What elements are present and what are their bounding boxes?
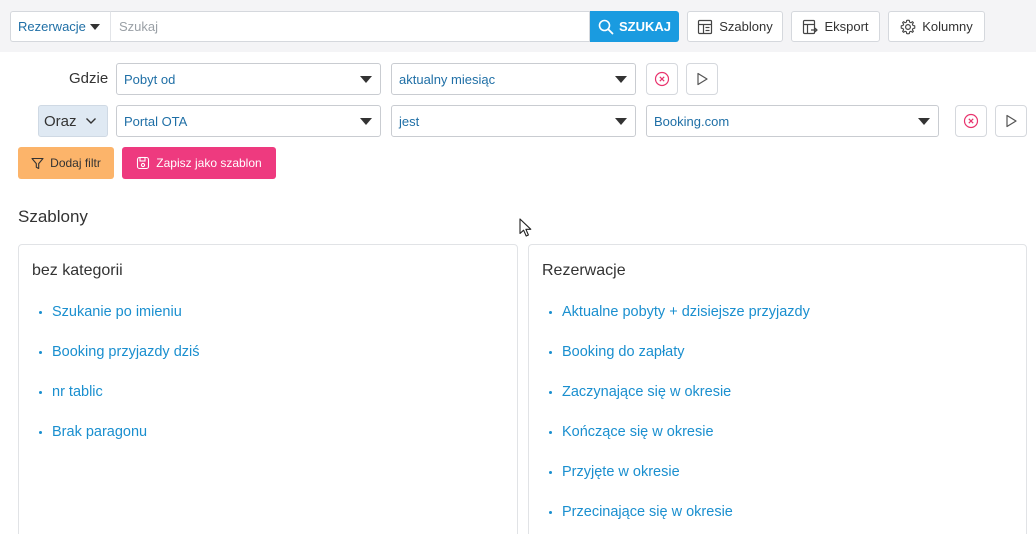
close-circle-icon — [654, 71, 670, 87]
caret-down-icon — [89, 23, 100, 30]
scope-select-label: Rezerwacje — [18, 19, 86, 34]
bullet-icon — [549, 390, 552, 394]
filter-operator-select[interactable]: aktualny miesiąc — [391, 63, 636, 95]
template-link[interactable]: Szukanie po imieniu — [39, 304, 182, 320]
section-title: Szablony — [18, 207, 88, 226]
export-icon — [803, 19, 819, 34]
bullet-icon — [549, 350, 552, 354]
bullet-icon — [549, 470, 552, 474]
template-category-card: Rezerwacje Aktualne pobyty + dzisiejsze … — [528, 244, 1027, 534]
template-link[interactable]: Kończące się w okresie — [549, 424, 714, 440]
filter-row-label: Gdzie — [69, 70, 109, 87]
bullet-icon — [549, 310, 552, 314]
bullet-icon — [549, 510, 552, 514]
close-circle-icon — [963, 113, 979, 129]
search-group: Rezerwacje SZUKAJ — [10, 11, 679, 42]
filter-row-1: Gdzie Pobyt od aktualny miesiąc — [0, 63, 1036, 95]
mouse-cursor-icon — [519, 218, 532, 237]
template-link-label: Przecinające się w okresie — [562, 504, 733, 520]
search-input[interactable] — [110, 11, 590, 42]
caret-down-icon — [615, 118, 627, 125]
columns-button-label: Kolumny — [922, 19, 973, 34]
apply-filter-button[interactable] — [686, 63, 718, 95]
search-button[interactable]: SZUKAJ — [590, 11, 679, 42]
top-toolbar: Rezerwacje SZUKAJ Szablony Eksport Kolum… — [0, 0, 1036, 52]
template-link[interactable]: Przyjęte w okresie — [549, 464, 680, 480]
template-link-label: Przyjęte w okresie — [562, 464, 680, 480]
apply-filter-button[interactable] — [995, 105, 1027, 137]
play-icon — [1006, 114, 1017, 128]
save-template-label: Zapisz jako szablon — [156, 156, 262, 170]
filter-field-value: Pobyt od — [124, 71, 176, 87]
remove-filter-button[interactable] — [955, 105, 987, 137]
category-title: Rezerwacje — [542, 262, 626, 279]
filter-value-value: Booking.com — [654, 113, 730, 129]
save-icon — [137, 156, 150, 170]
template-link-label: Kończące się w okresie — [562, 424, 714, 440]
play-icon — [697, 72, 708, 86]
save-template-button[interactable]: Zapisz jako szablon — [122, 147, 276, 179]
search-button-label: SZUKAJ — [618, 19, 671, 34]
bullet-icon — [39, 430, 42, 434]
template-link-label: Brak paragonu — [52, 424, 148, 440]
chevron-down-icon — [86, 118, 96, 124]
add-filter-label: Dodaj filtr — [50, 156, 101, 170]
caret-down-icon — [360, 76, 372, 83]
template-link[interactable]: Przecinające się w okresie — [549, 504, 733, 520]
bullet-icon — [39, 310, 42, 314]
template-link[interactable]: Zaczynające się w okresie — [549, 384, 731, 400]
category-title: bez kategorii — [32, 262, 123, 279]
template-link-label: Zaczynające się w okresie — [562, 384, 732, 400]
export-button[interactable]: Eksport — [791, 11, 880, 42]
bullet-icon — [549, 430, 552, 434]
bullet-icon — [39, 350, 42, 354]
filter-field-value: Portal OTA — [124, 113, 188, 129]
template-link-label: Aktualne pobyty + dzisiejsze przyjazdy — [562, 304, 810, 320]
caret-down-icon — [615, 76, 627, 83]
gear-icon — [900, 19, 916, 34]
template-category-card: bez kategorii Szukanie po imieniu Bookin… — [18, 244, 518, 534]
template-link[interactable]: Brak paragonu — [39, 424, 147, 440]
template-link-label: Booking przyjazdy dziś — [52, 344, 200, 360]
templates-button[interactable]: Szablony — [687, 11, 783, 42]
filter-field-select[interactable]: Portal OTA — [116, 105, 381, 137]
templates-icon — [698, 19, 713, 34]
template-link[interactable]: nr tablic — [39, 384, 103, 400]
filter-operator-select[interactable]: jest — [391, 105, 636, 137]
template-link-label: nr tablic — [52, 384, 103, 400]
scope-select[interactable]: Rezerwacje — [10, 11, 110, 42]
export-button-label: Eksport — [824, 19, 869, 34]
templates-button-label: Szablony — [719, 19, 773, 34]
template-link[interactable]: Aktualne pobyty + dzisiejsze przyjazdy — [549, 304, 810, 320]
search-icon — [598, 19, 614, 34]
filter-field-select[interactable]: Pobyt od — [116, 63, 381, 95]
add-filter-button[interactable]: Dodaj filtr — [18, 147, 114, 179]
template-link[interactable]: Booking przyjazdy dziś — [39, 344, 200, 360]
filter-icon — [31, 157, 44, 169]
caret-down-icon — [360, 118, 372, 125]
filter-row-2: Oraz Portal OTA jest Booking.com — [0, 105, 1036, 137]
columns-button[interactable]: Kolumny — [888, 11, 985, 42]
caret-down-icon — [918, 118, 930, 125]
conjunction-select[interactable]: Oraz — [38, 105, 108, 137]
template-link-label: Szukanie po imieniu — [52, 304, 182, 320]
remove-filter-button[interactable] — [646, 63, 678, 95]
conjunction-value: Oraz — [44, 112, 77, 130]
filter-value-select[interactable]: Booking.com — [646, 105, 939, 137]
bullet-icon — [39, 390, 42, 394]
template-link[interactable]: Booking do zapłaty — [549, 344, 685, 360]
filter-operator-value: jest — [399, 113, 420, 129]
template-link-label: Booking do zapłaty — [562, 344, 685, 360]
filter-operator-value: aktualny miesiąc — [399, 71, 496, 87]
